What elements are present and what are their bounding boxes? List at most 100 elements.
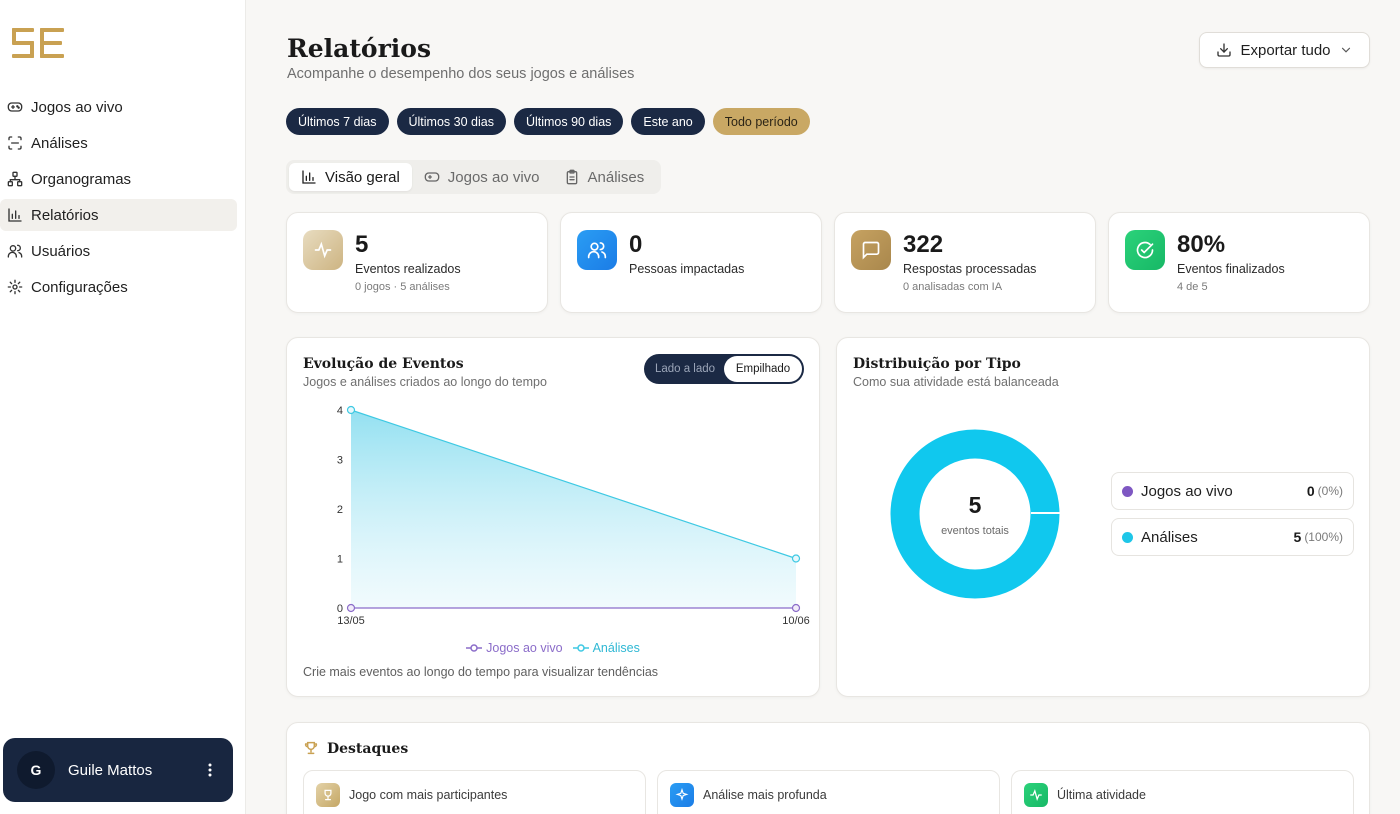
report-tabs: Visão geral Jogos ao vivo Análises <box>286 160 661 194</box>
filter-this-year[interactable]: Este ano <box>631 108 705 135</box>
tab-label: Análises <box>587 168 645 186</box>
tab-label: Jogos ao vivo <box>447 168 540 186</box>
export-button[interactable]: Exportar tudo <box>1199 32 1370 68</box>
sidebar-item-label: Configurações <box>31 278 128 296</box>
trophy-icon <box>304 741 318 755</box>
donut-chart: 5 eventos totais <box>890 429 1061 599</box>
trophy-icon <box>316 783 340 807</box>
activity-icon <box>1024 783 1048 807</box>
legend-label: Análises <box>592 641 640 655</box>
evolution-chart: 0 1 2 3 4 13/05 10/06 <box>337 405 810 627</box>
kpi-value: 0 <box>629 231 643 258</box>
x-tick-label: 10/06 <box>782 615 810 627</box>
sidebar-item-configuracoes[interactable]: Configurações <box>0 271 237 303</box>
distribution-item-analises[interactable]: Análises 5 (100%) <box>1111 518 1354 556</box>
brand-logo[interactable] <box>12 28 66 58</box>
legend-analises[interactable]: Análises <box>572 641 640 655</box>
kpi-label: Pessoas impactadas <box>629 262 745 276</box>
legend-dot <box>1122 531 1133 543</box>
point-jogos <box>791 603 801 613</box>
org-chart-icon <box>7 171 23 187</box>
bar-chart-icon <box>302 170 316 184</box>
y-tick-label: 2 <box>337 504 343 516</box>
y-tick-label: 1 <box>337 554 343 566</box>
kpi-value: 5 <box>355 231 369 258</box>
legend-label: Jogos ao vivo <box>486 641 563 655</box>
scan-icon <box>8 136 22 150</box>
panel-subtitle: Como sua atividade está balanceada <box>853 375 1059 389</box>
user-menu[interactable]: G Guile Mattos <box>3 738 233 802</box>
avatar: G <box>17 751 55 789</box>
point-analises <box>791 554 801 563</box>
y-tick-label: 0 <box>337 603 343 615</box>
kpi-label: Respostas processadas <box>903 262 1037 276</box>
y-tick-label: 4 <box>337 405 343 417</box>
chart-note: Crie mais eventos ao longo do tempo para… <box>303 665 659 679</box>
clipboard-icon <box>566 169 577 185</box>
gear-icon <box>7 279 23 295</box>
filter-all-time[interactable]: Todo período <box>712 108 810 135</box>
tab-analises[interactable]: Análises <box>552 163 657 191</box>
page-subtitle: Acompanhe o desempenho dos seus jogos e … <box>287 66 635 82</box>
donut-center-value: 5 <box>969 492 982 518</box>
sidebar-item-analises[interactable]: Análises <box>0 127 237 159</box>
tab-jogos-ao-vivo[interactable]: Jogos ao vivo <box>412 163 552 191</box>
kpi-respostas-processadas: 322 Respostas processadas 0 analisadas c… <box>834 212 1096 313</box>
distribution-label: Análises <box>1141 528 1198 546</box>
distribution-pct: (100%) <box>1304 530 1343 544</box>
distribution-pct: (0%) <box>1317 484 1343 498</box>
filter-30-days[interactable]: Últimos 30 dias <box>396 108 506 135</box>
sidebar-item-relatorios[interactable]: Relatórios <box>0 199 237 231</box>
export-label: Exportar tudo <box>1240 41 1331 59</box>
distribution-label: Jogos ao vivo <box>1141 482 1233 500</box>
evolution-panel: Evolução de Eventos Jogos e análises cri… <box>286 337 820 697</box>
highlight-analise-mais-profunda[interactable]: Análise mais profunda <box>657 770 1000 814</box>
period-filters: Últimos 7 dias Últimos 30 dias Últimos 9… <box>286 108 810 135</box>
highlight-ultima-atividade[interactable]: Última atividade <box>1011 770 1354 814</box>
highlight-label: Última atividade <box>1057 788 1146 802</box>
sidebar-item-organogramas[interactable]: Organogramas <box>0 163 237 195</box>
activity-icon <box>303 230 343 270</box>
tab-label: Visão geral <box>325 168 400 186</box>
tab-visao-geral[interactable]: Visão geral <box>289 163 412 191</box>
highlight-label: Análise mais profunda <box>703 788 827 802</box>
highlight-jogo-mais-participantes[interactable]: Jogo com mais participantes <box>303 770 646 814</box>
gamepad-icon <box>424 172 440 182</box>
more-vertical-icon[interactable] <box>201 761 219 779</box>
message-icon <box>851 230 891 270</box>
sidebar: Jogos ao vivo Análises Organogramas Rela… <box>0 0 246 814</box>
legend-jogos[interactable]: Jogos ao vivo <box>466 641 563 655</box>
distribution-panel: Distribuição por Tipo Como sua atividade… <box>836 337 1370 697</box>
legend-dot <box>1122 485 1133 497</box>
kpi-sub: 0 analisadas com IA <box>903 281 1003 293</box>
kpi-value: 322 <box>903 231 944 258</box>
point-analises <box>346 405 356 415</box>
bar-chart-icon <box>8 208 22 222</box>
kpi-sub: 0 jogos · 5 análises <box>355 281 450 293</box>
panel-title: Distribuição por Tipo <box>853 356 1021 372</box>
chevron-down-icon <box>1341 47 1350 53</box>
sidebar-item-usuarios[interactable]: Usuários <box>0 235 237 267</box>
chart-legend: Jogos ao vivo Análises <box>287 641 819 655</box>
sidebar-item-label: Relatórios <box>31 206 99 224</box>
filter-7-days[interactable]: Últimos 7 dias <box>286 108 389 135</box>
sparkles-icon <box>670 783 694 807</box>
kpi-label: Eventos finalizados <box>1177 262 1285 276</box>
gamepad-icon <box>7 102 23 112</box>
distribution-item-jogos[interactable]: Jogos ao vivo 0 (0%) <box>1111 472 1354 510</box>
distribution-value: 0 <box>1306 483 1315 499</box>
filter-90-days[interactable]: Últimos 90 dias <box>513 108 624 135</box>
sidebar-item-jogos-ao-vivo[interactable]: Jogos ao vivo <box>0 91 237 123</box>
distribution-value: 5 <box>1293 529 1302 545</box>
users-icon <box>577 230 617 270</box>
check-circle-icon <box>1125 230 1165 270</box>
sidebar-item-label: Análises <box>31 134 88 152</box>
download-icon <box>1217 43 1232 57</box>
highlights-panel: Destaques Jogo com mais participantes An… <box>286 722 1370 814</box>
users-icon <box>7 244 23 258</box>
y-tick-label: 3 <box>337 455 343 467</box>
highlights-title: Destaques <box>327 741 409 757</box>
kpi-label: Eventos realizados <box>355 262 461 276</box>
kpi-sub: 4 de 5 <box>1177 281 1208 293</box>
kpi-eventos-finalizados: 80% Eventos finalizados 4 de 5 <box>1108 212 1370 313</box>
